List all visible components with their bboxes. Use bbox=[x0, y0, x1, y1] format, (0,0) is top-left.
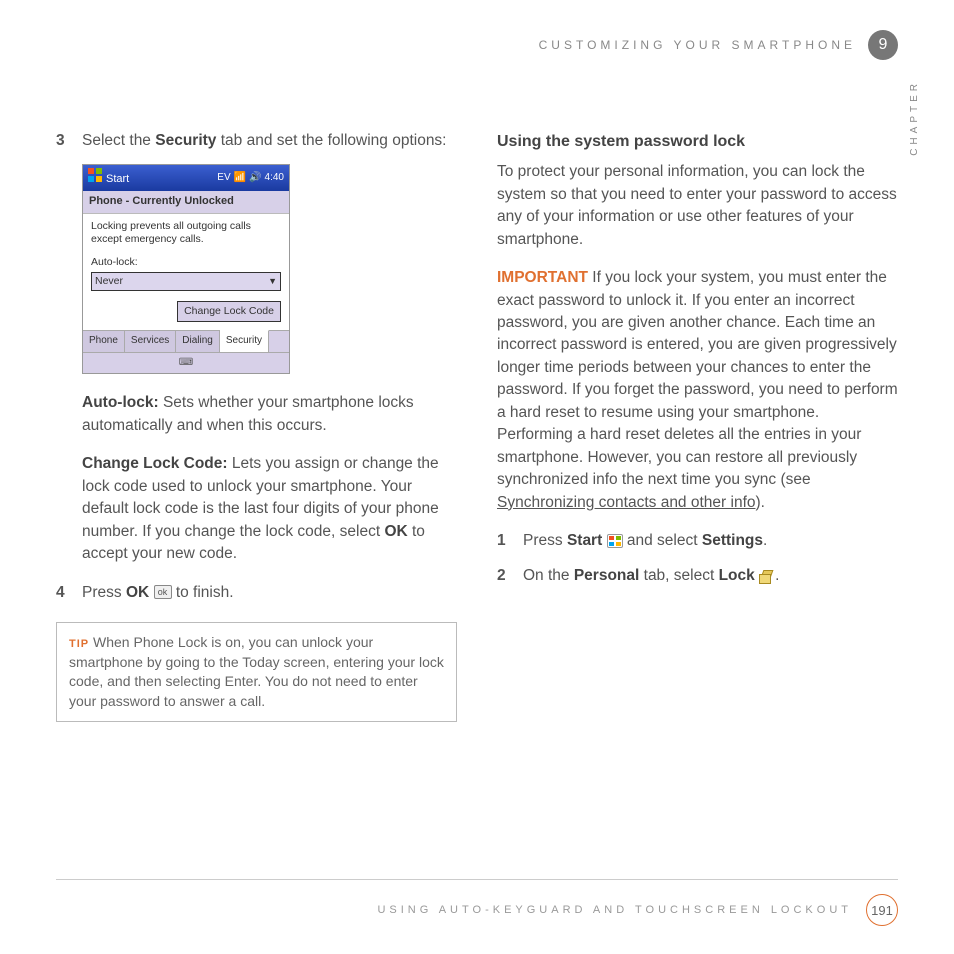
autolock-dropdown[interactable]: Never ▼ bbox=[91, 272, 281, 291]
autolock-label: Auto-lock: bbox=[91, 255, 281, 270]
intro-paragraph: To protect your personal information, yo… bbox=[497, 161, 898, 251]
start-menu: Start bbox=[88, 168, 129, 188]
sync-link[interactable]: Synchronizing contacts and other info bbox=[497, 494, 756, 511]
content-columns: 3 Select the Security tab and set the fo… bbox=[56, 130, 898, 722]
tip-callout: TIP When Phone Lock is on, you can unloc… bbox=[56, 622, 457, 722]
windows-logo-icon bbox=[88, 168, 102, 182]
step-number: 4 bbox=[56, 582, 70, 604]
tab-phone[interactable]: Phone bbox=[83, 331, 125, 352]
step-3: 3 Select the Security tab and set the fo… bbox=[56, 130, 457, 152]
step-number: 1 bbox=[497, 530, 511, 552]
step-2: 2 On the Personal tab, select Lock . bbox=[497, 565, 898, 587]
step-body: On the Personal tab, select Lock . bbox=[523, 565, 898, 587]
change-lock-code-button[interactable]: Change Lock Code bbox=[177, 301, 281, 322]
tip-label: TIP bbox=[69, 638, 89, 650]
lock-icon bbox=[759, 569, 775, 583]
keyboard-icon[interactable]: ⌨ bbox=[179, 357, 193, 368]
screenshot-titlebar: Start EV 📶 🔊 4:40 bbox=[83, 165, 289, 191]
tip-text: When Phone Lock is on, you can unlock yo… bbox=[69, 634, 444, 709]
chapter-label-vertical: CHAPTER bbox=[909, 80, 920, 156]
status-icons: EV 📶 🔊 4:40 bbox=[217, 171, 284, 186]
dropdown-arrow-icon: ▼ bbox=[268, 275, 277, 288]
speaker-icon: 🔊 bbox=[249, 171, 261, 186]
autolock-value: Never bbox=[95, 274, 123, 289]
tab-security[interactable]: Security bbox=[220, 330, 269, 352]
step-4: 4 Press OK ok to finish. bbox=[56, 582, 457, 604]
step-body: Press Start and select Settings. bbox=[523, 530, 898, 552]
phone-screenshot: Start EV 📶 🔊 4:40 Phone - Currently Unlo… bbox=[82, 164, 290, 374]
page-number: 191 bbox=[866, 894, 898, 926]
step-number: 3 bbox=[56, 130, 70, 152]
screenshot-body: Locking prevents all outgoing calls exce… bbox=[83, 214, 289, 330]
tab-services[interactable]: Services bbox=[125, 331, 176, 352]
ev-indicator: EV bbox=[217, 171, 230, 186]
header-title: CUSTOMIZING YOUR SMARTPHONE bbox=[539, 38, 856, 52]
tab-dialing[interactable]: Dialing bbox=[176, 331, 220, 352]
left-column: 3 Select the Security tab and set the fo… bbox=[56, 130, 457, 722]
autolock-definition: Auto-lock: Sets whether your smartphone … bbox=[82, 392, 457, 437]
screenshot-tabs: Phone Services Dialing Security bbox=[83, 330, 289, 352]
footer-text: USING AUTO-KEYGUARD AND TOUCHSCREEN LOCK… bbox=[377, 904, 852, 916]
start-icon bbox=[607, 534, 623, 548]
step-1: 1 Press Start and select Settings. bbox=[497, 530, 898, 552]
step-body: Press OK ok to finish. bbox=[82, 582, 457, 604]
page-header: CUSTOMIZING YOUR SMARTPHONE 9 bbox=[56, 30, 898, 60]
important-paragraph: IMPORTANT If you lock your system, you m… bbox=[497, 267, 898, 514]
ok-button-icon: ok bbox=[154, 585, 172, 599]
important-label: IMPORTANT bbox=[497, 269, 588, 286]
step-number: 2 bbox=[497, 565, 511, 587]
step-body: Select the Security tab and set the foll… bbox=[82, 130, 457, 152]
screenshot-bottombar: ⌨ bbox=[83, 352, 289, 374]
chapter-number-badge: 9 bbox=[868, 30, 898, 60]
screenshot-subtitle: Phone - Currently Unlocked bbox=[83, 191, 289, 214]
lock-description: Locking prevents all outgoing calls exce… bbox=[91, 220, 281, 246]
right-column: Using the system password lock To protec… bbox=[497, 130, 898, 722]
page-footer: USING AUTO-KEYGUARD AND TOUCHSCREEN LOCK… bbox=[56, 879, 898, 926]
changecode-definition: Change Lock Code: Lets you assign or cha… bbox=[82, 453, 457, 565]
section-heading: Using the system password lock bbox=[497, 130, 898, 153]
clock-time: 4:40 bbox=[265, 171, 284, 186]
signal-icon: 📶 bbox=[234, 171, 246, 186]
